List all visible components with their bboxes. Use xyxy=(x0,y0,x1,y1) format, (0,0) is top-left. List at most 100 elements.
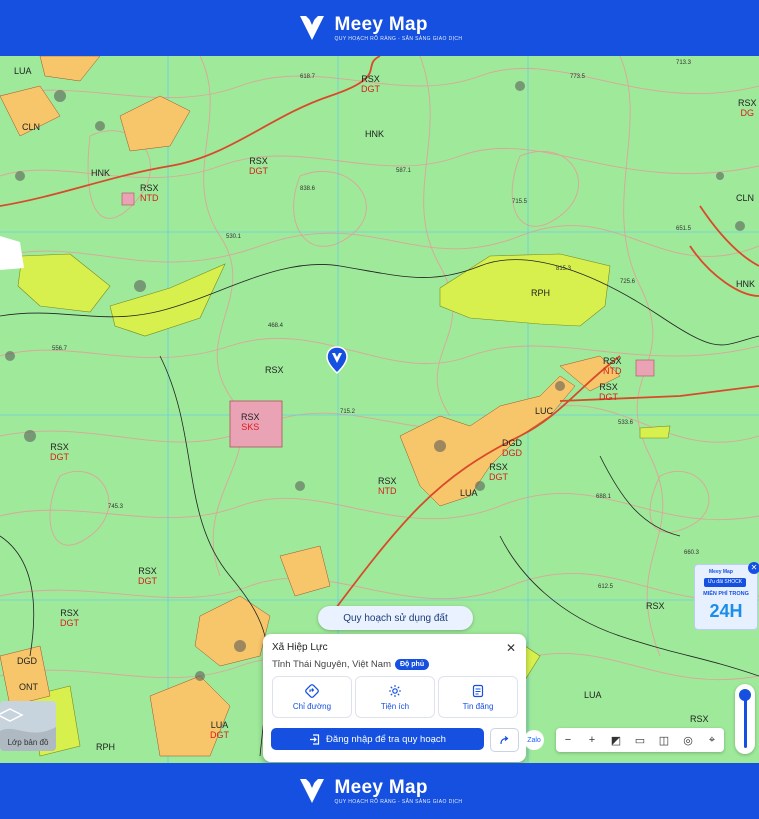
elevation-value: 745.3 xyxy=(108,504,124,510)
elevation-value: 660.3 xyxy=(684,550,700,556)
zone-label: LUA DGT xyxy=(210,720,229,740)
zone-label: RSX DGT xyxy=(489,462,508,482)
zone-label: RSX DGT xyxy=(50,442,69,462)
zone-label: RSX DGT xyxy=(138,566,157,586)
zone-label: CLN xyxy=(736,193,755,203)
zone-label: RSX xyxy=(690,714,709,724)
map-toolbar: − + ◩ ▭ ◫ ◎ ⌖ xyxy=(556,728,724,752)
brand-name: Meey Map xyxy=(334,13,428,35)
elevation-value: 725.6 xyxy=(620,279,636,285)
globe-icon[interactable]: ◎ xyxy=(680,734,696,747)
location-info-card: Xã Hiệp Lực ✕ Tỉnh Thái Nguyên, Việt Nam… xyxy=(263,634,526,762)
ad-brand: Meey Map xyxy=(709,569,733,575)
map-canvas[interactable]: RSX DGT RSX DGT RSX NTD RPH RSX RSX SKS RSX D… xyxy=(0,56,759,763)
location-title: Xã Hiệp Lực xyxy=(272,642,328,653)
brand-logo: Meey Map QUY HOẠCH RÕ RÀNG - SẴN SÀNG GI… xyxy=(297,13,463,43)
top-banner: Meey Map QUY HOẠCH RÕ RÀNG - SẴN SÀNG GI… xyxy=(0,0,759,56)
elevation-value: 715.2 xyxy=(340,409,356,415)
zone-label: RSX DGT xyxy=(249,156,268,176)
zone-label: ONT xyxy=(19,682,38,692)
login-label: Đăng nhập để tra quy hoạch xyxy=(326,733,446,745)
utilities-button[interactable]: Tiện ích xyxy=(355,676,435,718)
elevation-value: 713.3 xyxy=(676,60,692,66)
login-icon xyxy=(310,733,320,745)
zone-label: RSX DGT xyxy=(361,74,380,94)
zone-label: DGD DGD xyxy=(502,438,522,458)
measure-icon[interactable]: ◩ xyxy=(608,734,624,747)
elevation-value: 468.4 xyxy=(268,323,284,329)
share-button[interactable] xyxy=(490,728,519,752)
planning-layer-chip[interactable]: Quy hoạch sử dụng đất xyxy=(318,606,473,630)
meey-logo-icon xyxy=(299,779,324,803)
zalo-chat-button[interactable]: Zalo xyxy=(524,730,544,750)
zone-label: LUC xyxy=(535,406,554,416)
location-subtitle: Tỉnh Thái Nguyên, Việt Nam xyxy=(272,659,391,670)
elevation-value: 688.1 xyxy=(596,494,612,500)
elevation-value: 838.6 xyxy=(300,186,316,192)
brand-tagline: QUY HOẠCH RÕ RÀNG - SẴN SÀNG GIAO DỊCH xyxy=(334,35,463,42)
zone-label: RSX DGT xyxy=(60,608,79,628)
map-layer-label: Lớp bản đồ xyxy=(7,738,49,747)
zone-label: LUA xyxy=(584,690,602,700)
slider-track xyxy=(744,696,747,748)
brand-tagline: QUY HOẠCH RÕ RÀNG - SẴN SÀNG GIAO DỊCH xyxy=(334,798,463,805)
zone-label: RSX xyxy=(646,601,665,611)
close-icon[interactable]: ✕ xyxy=(506,641,516,655)
bottom-banner: Meey Map QUY HOẠCH RÕ RÀNG - SẴN SÀNG GI… xyxy=(0,763,759,819)
elevation-value: 587.1 xyxy=(396,168,412,174)
brand-name: Meey Map xyxy=(334,776,428,798)
brand-logo: Meey Map QUY HOẠCH RÕ RÀNG - SẴN SÀNG GI… xyxy=(297,776,463,806)
my-location-icon[interactable]: ⌖ xyxy=(704,734,720,747)
directions-button[interactable]: Chỉ đường xyxy=(272,676,352,718)
zone-label: RSX DG xyxy=(738,98,757,118)
elevation-value: 556.7 xyxy=(52,346,68,352)
directions-label: Chỉ đường xyxy=(292,701,332,711)
ruler-icon[interactable]: ▭ xyxy=(632,734,648,747)
zone-label: RSX NTD xyxy=(603,356,622,376)
zone-label: CLN xyxy=(22,122,41,132)
share-icon xyxy=(499,736,508,745)
zone-label: RSX NTD xyxy=(140,183,159,203)
listings-button[interactable]: Tin đăng xyxy=(438,676,518,718)
zone-label: LUA xyxy=(14,66,32,76)
listings-icon xyxy=(472,684,484,697)
zone-label: HNK xyxy=(365,129,385,139)
promo-ad[interactable]: Meey Map Ưu đãi SHOCK MIỄN PHÍ TRONG 24H xyxy=(694,564,758,630)
zone-label: RSX DGT xyxy=(599,382,618,402)
listings-label: Tin đăng xyxy=(462,701,494,711)
zone-label: HNK xyxy=(91,168,111,178)
elevation-value: 612.5 xyxy=(598,584,614,590)
zone-label: LUA xyxy=(460,488,478,498)
elevation-value: 815.3 xyxy=(556,266,572,272)
utilities-icon xyxy=(389,684,401,697)
location-pin-icon[interactable] xyxy=(326,346,348,374)
zone-label: RSX NTD xyxy=(378,476,397,496)
location-subtitle-row: Tỉnh Thái Nguyên, Việt Nam Độ phủ xyxy=(272,659,430,670)
zone-label: RPH xyxy=(96,742,116,752)
ad-hours: 24H xyxy=(709,601,743,621)
zoom-out-icon[interactable]: − xyxy=(560,734,576,746)
login-to-lookup-button[interactable]: Đăng nhập để tra quy hoạch xyxy=(271,728,484,750)
map-layer-button[interactable]: Lớp bản đồ xyxy=(0,701,56,751)
ad-free-text: MIỄN PHÍ TRONG xyxy=(703,591,749,597)
ad-close-icon[interactable]: ✕ xyxy=(748,562,759,574)
zone-label: DGD xyxy=(17,656,37,666)
elevation-value: 618.7 xyxy=(300,74,316,80)
elevation-value: 715.5 xyxy=(512,199,528,205)
elevation-value: 533.6 xyxy=(618,420,634,426)
utilities-label: Tiện ích xyxy=(380,701,410,711)
zoom-in-icon[interactable]: + xyxy=(584,734,600,746)
zone-label: RSX xyxy=(265,365,284,375)
zone-label: HNK xyxy=(736,279,756,289)
zone-label: RPH xyxy=(531,288,551,298)
slider-knob[interactable] xyxy=(739,689,751,701)
elevation-value: 773.5 xyxy=(570,74,586,80)
coverage-badge[interactable]: Độ phủ xyxy=(395,659,430,670)
layer-opacity-slider[interactable] xyxy=(735,684,755,754)
meey-logo-icon xyxy=(299,16,324,40)
ad-promo: Ưu đãi SHOCK xyxy=(704,578,746,587)
elevation-value: 651.5 xyxy=(676,226,692,232)
split-view-icon[interactable]: ◫ xyxy=(656,734,672,747)
zone-label: RSX SKS xyxy=(241,412,260,432)
directions-icon xyxy=(305,683,319,698)
